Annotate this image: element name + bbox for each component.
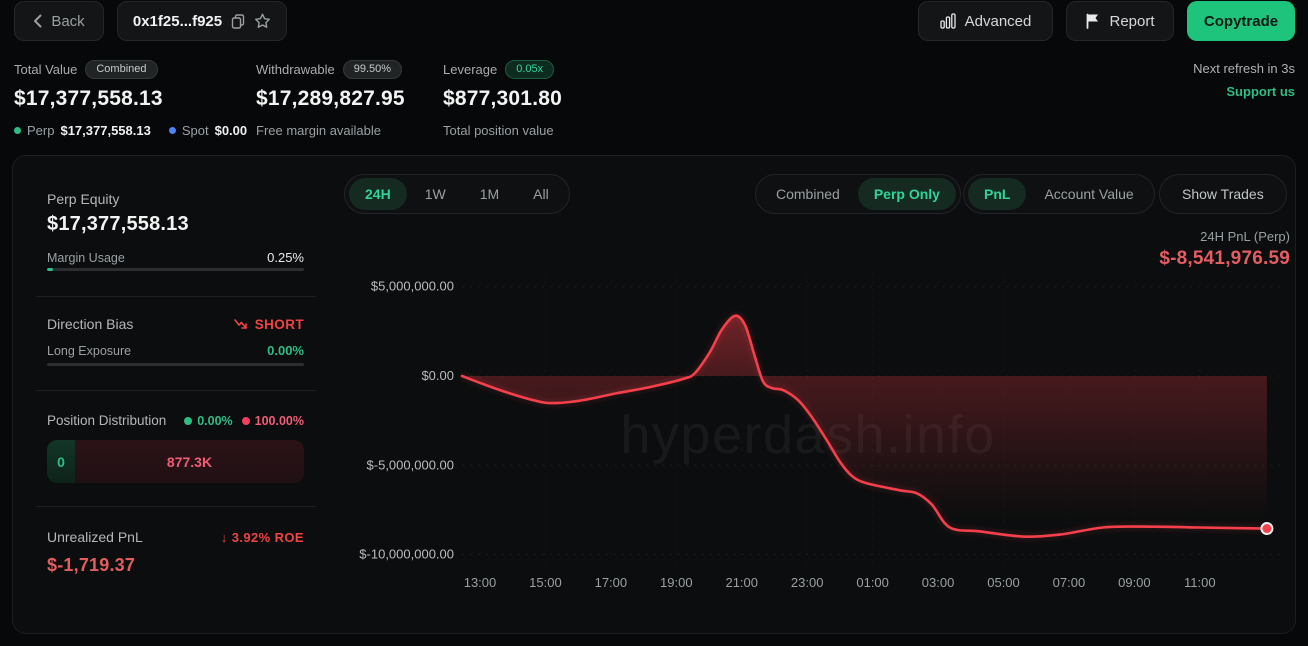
perp-only-tab[interactable]: Perp Only: [858, 178, 956, 210]
svg-text:15:00: 15:00: [529, 575, 562, 590]
unrealized-pnl-value: $-1,719.37: [47, 555, 135, 576]
withdrawable-block: Withdrawable 99.50% $17,289,827.95 Free …: [256, 60, 405, 138]
perp-dot-icon: [14, 127, 21, 134]
refresh-countdown: Next refresh in 3s: [1193, 61, 1295, 76]
total-value: $17,377,558.13: [14, 87, 247, 111]
svg-text:05:00: 05:00: [987, 575, 1020, 590]
leverage-label: Leverage: [443, 62, 497, 77]
pnl-tab[interactable]: PnL: [968, 178, 1026, 210]
range-1w-tab[interactable]: 1W: [409, 178, 462, 210]
long-segment: 0: [47, 440, 75, 483]
back-label: Back: [51, 13, 84, 30]
advanced-label: Advanced: [965, 13, 1032, 30]
long-exposure-value: 0.00%: [267, 343, 304, 358]
copy-icon[interactable]: [231, 14, 245, 29]
total-value-block: Total Value Combined $17,377,558.13 Perp…: [14, 60, 247, 138]
report-label: Report: [1109, 13, 1154, 30]
combined-badge[interactable]: Combined: [85, 60, 157, 79]
long-percent: 0.00%: [197, 414, 232, 428]
divider: [36, 296, 316, 297]
range-1m-tab[interactable]: 1M: [464, 178, 515, 210]
svg-text:13:00: 13:00: [464, 575, 497, 590]
support-us-link[interactable]: Support us: [1226, 84, 1295, 99]
copytrade-button[interactable]: Copytrade: [1187, 1, 1295, 41]
wallet-address-pill[interactable]: 0x1f25...f925: [117, 1, 287, 41]
svg-text:09:00: 09:00: [1118, 575, 1151, 590]
svg-text:03:00: 03:00: [922, 575, 955, 590]
total-value-label: Total Value: [14, 62, 77, 77]
leverage-badge: 0.05x: [505, 60, 554, 79]
leverage-subtitle: Total position value: [443, 123, 562, 138]
favorite-star-icon[interactable]: [254, 13, 271, 29]
withdrawable-subtitle: Free margin available: [256, 123, 405, 138]
perp-value: $17,377,558.13: [60, 123, 150, 138]
trend-down-icon: [234, 319, 249, 330]
withdrawable-badge: 99.50%: [343, 60, 402, 79]
margin-usage-value: 0.25%: [267, 250, 304, 265]
margin-usage-fill: [47, 268, 53, 271]
svg-text:$-5,000,000.00: $-5,000,000.00: [367, 457, 454, 472]
spot-value: $0.00: [215, 123, 248, 138]
range-all-tab[interactable]: All: [517, 178, 565, 210]
svg-text:19:00: 19:00: [660, 575, 693, 590]
short-segment: 877.3K: [75, 440, 304, 483]
direction-bias-value: SHORT: [234, 317, 304, 332]
svg-text:21:00: 21:00: [725, 575, 758, 590]
withdrawable-label: Withdrawable: [256, 62, 335, 77]
account-view-group: Combined Perp Only: [755, 174, 961, 214]
perp-label: Perp: [27, 123, 54, 138]
short-dot-icon: [242, 417, 250, 425]
divider: [36, 390, 316, 391]
svg-text:17:00: 17:00: [595, 575, 628, 590]
wallet-address: 0x1f25...f925: [133, 13, 222, 30]
chart-series: [462, 316, 1272, 537]
svg-text:11:00: 11:00: [1184, 575, 1216, 590]
margin-usage-label: Margin Usage: [47, 251, 125, 265]
svg-text:$-10,000,000.00: $-10,000,000.00: [359, 547, 454, 562]
svg-text:$5,000,000.00: $5,000,000.00: [371, 279, 454, 294]
long-dot-icon: [184, 417, 192, 425]
combined-tab[interactable]: Combined: [760, 178, 856, 210]
divider: [36, 506, 316, 507]
show-trades-label: Show Trades: [1182, 186, 1264, 202]
perp-equity-label: Perp Equity: [47, 191, 119, 207]
arrow-down-icon: ↓: [221, 530, 228, 545]
bar-chart-icon: [940, 13, 956, 29]
back-button[interactable]: Back: [14, 1, 104, 41]
leverage-value: $877,301.80: [443, 87, 562, 111]
svg-text:$0.00: $0.00: [421, 368, 454, 383]
leverage-block: Leverage 0.05x $877,301.80 Total positio…: [443, 60, 562, 138]
withdrawable-value: $17,289,827.95: [256, 87, 405, 111]
report-button[interactable]: Report: [1066, 1, 1174, 41]
long-exposure-label: Long Exposure: [47, 344, 131, 358]
spot-dot-icon: [169, 127, 176, 134]
position-distribution-label: Position Distribution: [47, 413, 166, 428]
roe-value: ↓ 3.92% ROE: [221, 530, 304, 545]
perp-equity-value: $17,377,558.13: [47, 213, 189, 236]
long-exposure-bar: [47, 363, 304, 366]
hyperdash-trader-page: Back 0x1f25...f925 Advanced Report Copyt…: [0, 0, 1308, 646]
direction-bias-label: Direction Bias: [47, 316, 133, 332]
spot-label: Spot: [182, 123, 209, 138]
chevron-left-icon: [33, 14, 42, 28]
metric-group: PnL Account Value: [963, 174, 1155, 214]
range-24h-tab[interactable]: 24H: [349, 178, 407, 210]
unrealized-pnl-label: Unrealized PnL: [47, 529, 143, 545]
show-trades-button[interactable]: Show Trades: [1159, 174, 1287, 214]
account-value-tab[interactable]: Account Value: [1028, 178, 1149, 210]
flag-icon: [1085, 13, 1100, 29]
position-distribution-bar: 0 877.3K: [47, 440, 304, 483]
svg-text:01:00: 01:00: [856, 575, 889, 590]
margin-usage-bar: [47, 268, 304, 271]
svg-text:07:00: 07:00: [1053, 575, 1086, 590]
svg-text:23:00: 23:00: [791, 575, 824, 590]
short-percent: 100.00%: [255, 414, 304, 428]
pnl-chart[interactable]: hyperdash.info 13:0015:0017:0019:0021:00…: [330, 225, 1296, 600]
time-range-group: 24H 1W 1M All: [344, 174, 570, 214]
copytrade-label: Copytrade: [1204, 13, 1278, 30]
advanced-button[interactable]: Advanced: [918, 1, 1053, 41]
